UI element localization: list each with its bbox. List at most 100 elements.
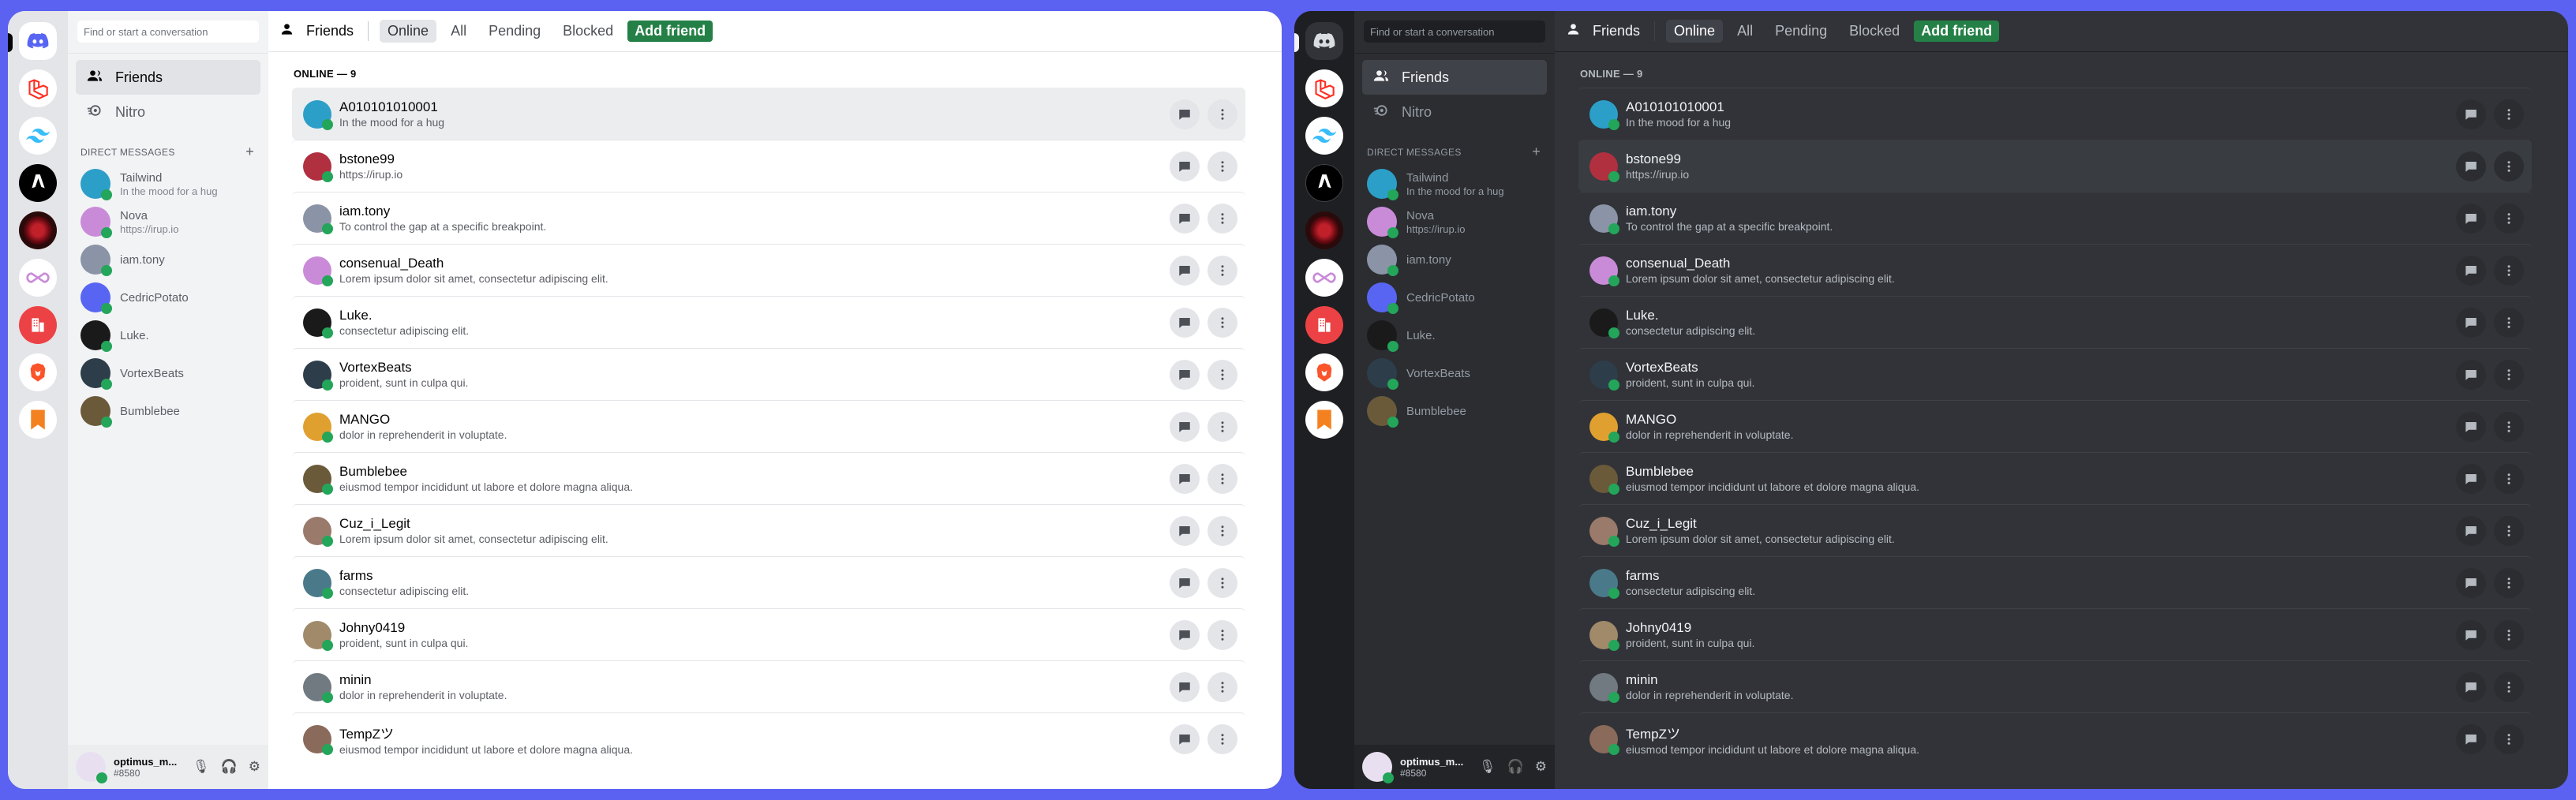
- friend-row[interactable]: TempZツ eiusmod tempor incididunt ut labor…: [1578, 712, 2532, 764]
- message-icon[interactable]: [1170, 723, 1200, 754]
- more-options-icon[interactable]: [1208, 515, 1237, 546]
- message-icon[interactable]: [1170, 619, 1200, 650]
- nav-friends[interactable]: Friends: [1362, 60, 1547, 95]
- friend-row[interactable]: consenual_Death Lorem ipsum dolor sit ame…: [1578, 244, 2532, 296]
- more-options-icon[interactable]: [2494, 307, 2524, 338]
- dm-item[interactable]: Tailwind In the mood for a hug: [68, 165, 268, 203]
- message-icon[interactable]: [2456, 463, 2486, 494]
- message-icon[interactable]: [1170, 255, 1200, 286]
- message-icon[interactable]: [2456, 359, 2486, 390]
- more-options-icon[interactable]: [1208, 151, 1237, 181]
- more-options-icon[interactable]: [1208, 359, 1237, 390]
- message-icon[interactable]: [2456, 255, 2486, 286]
- friend-row[interactable]: VortexBeats proident, sunt in culpa qui.: [292, 348, 1245, 400]
- message-icon[interactable]: [1170, 463, 1200, 494]
- more-options-icon[interactable]: [2494, 255, 2524, 286]
- friend-row[interactable]: minin dolor in reprehenderit in voluptate…: [292, 660, 1245, 712]
- add-friend-button[interactable]: Add friend: [1914, 21, 2000, 42]
- tab-all[interactable]: All: [443, 20, 474, 43]
- message-icon[interactable]: [1170, 671, 1200, 702]
- dm-item[interactable]: Tailwind In the mood for a hug: [1354, 165, 1555, 203]
- friend-row[interactable]: consenual_Death Lorem ipsum dolor sit ame…: [292, 244, 1245, 296]
- friend-row[interactable]: Johny0419 proident, sunt in culpa qui.: [1578, 608, 2532, 660]
- friend-row[interactable]: farms consectetur adipiscing elit.: [1578, 556, 2532, 608]
- add-dm-button[interactable]: +: [245, 144, 254, 160]
- red-building-icon[interactable]: [1305, 306, 1343, 344]
- more-options-icon[interactable]: [2494, 463, 2524, 494]
- search-input[interactable]: Find or start a conversation: [1364, 21, 1545, 43]
- discord-home-icon[interactable]: [19, 22, 57, 60]
- friend-row[interactable]: iam.tony To control the gap at a specific…: [1578, 192, 2532, 244]
- rose-server-icon[interactable]: [19, 211, 57, 249]
- search-input[interactable]: Find or start a conversation: [77, 21, 259, 43]
- friend-row[interactable]: MANGO dolor in reprehenderit in voluptate…: [292, 400, 1245, 452]
- more-options-icon[interactable]: [1208, 723, 1237, 754]
- friend-row[interactable]: Luke. consectetur adipiscing elit.: [1578, 296, 2532, 348]
- nav-nitro[interactable]: Nitro: [76, 95, 260, 129]
- headphones-icon[interactable]: 🎧: [1507, 759, 1524, 775]
- tab-pending[interactable]: Pending: [1767, 20, 1835, 43]
- tab-all[interactable]: All: [1729, 20, 1761, 43]
- user-avatar[interactable]: [1362, 752, 1394, 783]
- message-icon[interactable]: [2456, 619, 2486, 650]
- dm-item[interactable]: iam.tony: [1354, 241, 1555, 279]
- more-options-icon[interactable]: [2494, 515, 2524, 546]
- tailwind-icon[interactable]: [19, 117, 57, 155]
- friend-row[interactable]: Cuz_i_Legit Lorem ipsum dolor sit amet, c…: [292, 504, 1245, 556]
- dm-item[interactable]: CedricPotato: [68, 279, 268, 316]
- message-icon[interactable]: [2456, 671, 2486, 702]
- dm-item[interactable]: VortexBeats: [1354, 354, 1555, 392]
- dm-item[interactable]: VortexBeats: [68, 354, 268, 392]
- tab-online[interactable]: Online: [1666, 20, 1724, 43]
- more-options-icon[interactable]: [2494, 411, 2524, 442]
- message-icon[interactable]: [2456, 723, 2486, 754]
- friend-row[interactable]: TempZツ eiusmod tempor incididunt ut labor…: [292, 712, 1245, 764]
- tailwind-icon[interactable]: [1305, 117, 1343, 155]
- dm-item[interactable]: Nova https://irup.io: [1354, 203, 1555, 241]
- orange-bookmark-icon[interactable]: [1305, 401, 1343, 439]
- more-options-icon[interactable]: [2494, 359, 2524, 390]
- message-icon[interactable]: [2456, 515, 2486, 546]
- message-icon[interactable]: [1170, 307, 1200, 338]
- nav-nitro[interactable]: Nitro: [1362, 95, 1547, 129]
- microphone-icon[interactable]: 🎙: [193, 759, 210, 775]
- friend-row[interactable]: A010101010001 In the mood for a hug: [292, 88, 1245, 140]
- message-icon[interactable]: [1170, 567, 1200, 598]
- gear-icon[interactable]: ⚙: [1535, 759, 1547, 775]
- tab-blocked[interactable]: Blocked: [555, 20, 621, 43]
- message-icon[interactable]: [2456, 567, 2486, 598]
- friend-row[interactable]: MANGO dolor in reprehenderit in voluptate…: [1578, 400, 2532, 452]
- message-icon[interactable]: [1170, 515, 1200, 546]
- more-options-icon[interactable]: [1208, 255, 1237, 286]
- add-friend-button[interactable]: Add friend: [627, 21, 713, 42]
- message-icon[interactable]: [2456, 307, 2486, 338]
- friend-row[interactable]: A010101010001 In the mood for a hug: [1578, 88, 2532, 140]
- friend-row[interactable]: VortexBeats proident, sunt in culpa qui.: [1578, 348, 2532, 400]
- more-options-icon[interactable]: [2494, 671, 2524, 702]
- astro-icon[interactable]: [1305, 164, 1343, 202]
- loop-server-icon[interactable]: [1305, 259, 1343, 297]
- friend-row[interactable]: bstone99 https://irup.io: [1578, 140, 2532, 192]
- red-building-icon[interactable]: [19, 306, 57, 344]
- discord-home-icon[interactable]: [1305, 22, 1343, 60]
- add-dm-button[interactable]: +: [1532, 144, 1541, 160]
- message-icon[interactable]: [2456, 411, 2486, 442]
- more-options-icon[interactable]: [1208, 203, 1237, 234]
- message-icon[interactable]: [2456, 203, 2486, 234]
- more-options-icon[interactable]: [2494, 151, 2524, 181]
- dm-item[interactable]: Luke.: [1354, 316, 1555, 354]
- tab-blocked[interactable]: Blocked: [1841, 20, 1908, 43]
- more-options-icon[interactable]: [2494, 203, 2524, 234]
- more-options-icon[interactable]: [1208, 619, 1237, 650]
- friend-row[interactable]: minin dolor in reprehenderit in voluptate…: [1578, 660, 2532, 712]
- astro-icon[interactable]: [19, 164, 57, 202]
- dm-item[interactable]: Bumblebee: [1354, 392, 1555, 430]
- orange-bookmark-icon[interactable]: [19, 401, 57, 439]
- nav-friends[interactable]: Friends: [76, 60, 260, 95]
- laravel-icon[interactable]: [19, 69, 57, 107]
- friend-row[interactable]: Cuz_i_Legit Lorem ipsum dolor sit amet, c…: [1578, 504, 2532, 556]
- message-icon[interactable]: [2456, 99, 2486, 129]
- more-options-icon[interactable]: [2494, 99, 2524, 129]
- more-options-icon[interactable]: [2494, 723, 2524, 754]
- microphone-icon[interactable]: 🎙: [1479, 759, 1496, 775]
